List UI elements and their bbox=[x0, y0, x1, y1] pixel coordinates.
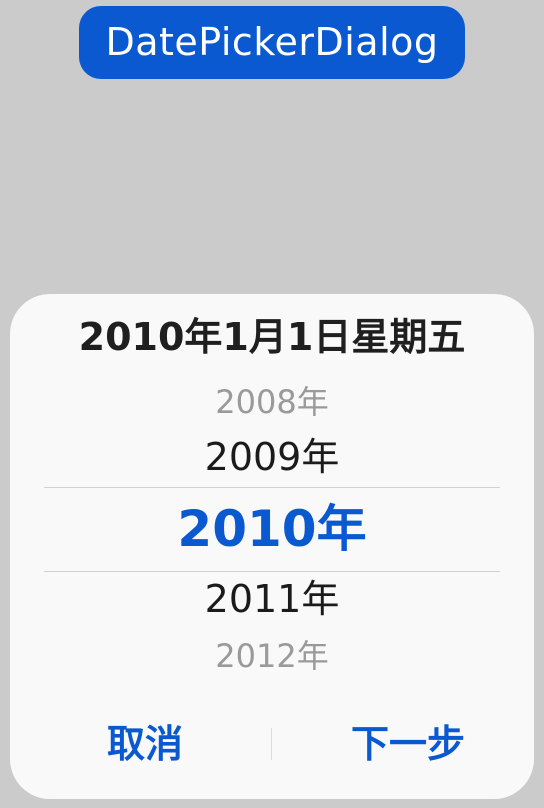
date-picker-dialog: 2010年1月1日星期五 2008年 2009年 2010年 2011年 201… bbox=[10, 294, 534, 799]
year-option-2009[interactable]: 2009年 bbox=[10, 432, 534, 482]
year-option-2008[interactable]: 2008年 bbox=[10, 380, 534, 424]
year-option-2012[interactable]: 2012年 bbox=[10, 634, 534, 678]
year-option-2011[interactable]: 2011年 bbox=[10, 574, 534, 624]
selection-bottom-divider bbox=[44, 571, 500, 572]
selection-top-divider bbox=[44, 487, 500, 488]
dialog-title: 2010年1月1日星期五 bbox=[78, 315, 466, 359]
date-picker-dialog-button[interactable]: DatePickerDialog bbox=[79, 6, 465, 79]
cancel-button[interactable]: 取消 bbox=[10, 714, 280, 774]
next-step-button[interactable]: 下一步 bbox=[272, 714, 544, 774]
year-option-selected[interactable]: 2010年 bbox=[10, 496, 534, 562]
dialog-button-bar: 取消 下一步 bbox=[10, 714, 534, 774]
year-picker-wheel[interactable]: 2008年 2009年 2010年 2011年 2012年 bbox=[10, 372, 534, 682]
